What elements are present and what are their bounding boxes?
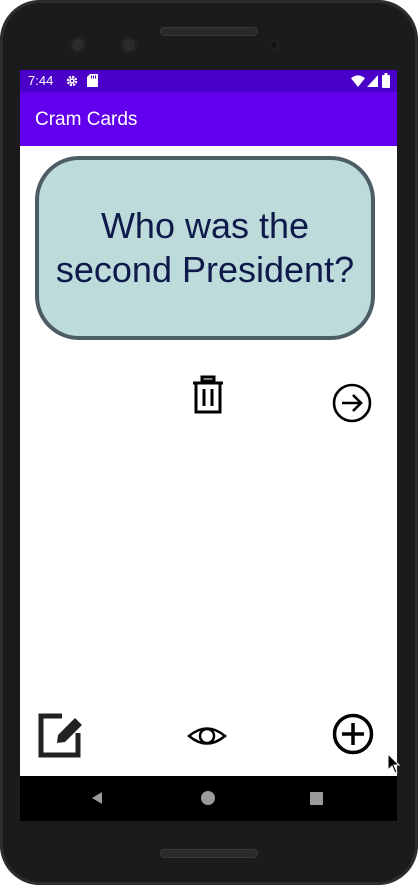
back-icon — [92, 792, 102, 804]
front-camera — [69, 36, 87, 54]
main-content: Who was the second President? — [20, 146, 397, 776]
card-question: Who was the second President? — [55, 205, 355, 290]
next-card-button[interactable] — [331, 382, 373, 424]
earpiece-speaker — [160, 27, 258, 36]
settings-icon — [66, 75, 78, 87]
nav-recents-button[interactable] — [286, 776, 346, 821]
wifi-icon — [351, 75, 365, 87]
battery-icon — [382, 73, 390, 88]
home-icon — [201, 791, 215, 805]
screen: 7:44 Cram Cards Who was the second Presi… — [20, 70, 397, 821]
proximity-sensor — [268, 39, 280, 51]
delete-button[interactable] — [188, 374, 228, 418]
add-circle-icon — [332, 713, 374, 755]
signal-icon — [367, 75, 378, 87]
recents-icon — [310, 792, 323, 805]
eye-icon — [187, 727, 227, 745]
trash-icon — [193, 375, 223, 414]
bottom-speaker — [160, 849, 258, 858]
status-time: 7:44 — [28, 73, 54, 88]
nav-home-button[interactable] — [178, 776, 238, 821]
add-card-button[interactable] — [331, 712, 375, 756]
sd-card-icon — [87, 74, 98, 87]
phone-frame: 7:44 Cram Cards Who was the second Presi… — [0, 0, 418, 885]
system-nav-bar — [20, 776, 397, 821]
app-title: Cram Cards — [35, 109, 138, 130]
nav-back-button[interactable] — [68, 776, 128, 821]
status-bar: 7:44 — [20, 70, 397, 92]
show-answer-button[interactable] — [186, 718, 228, 754]
flash-card[interactable]: Who was the second President? — [35, 156, 375, 340]
arrow-right-circle-icon — [332, 383, 372, 423]
app-bar: Cram Cards — [20, 92, 397, 146]
edit-card-button[interactable] — [38, 712, 84, 758]
edit-icon — [38, 713, 82, 758]
mouse-cursor-icon — [387, 753, 401, 774]
front-sensor — [120, 36, 138, 54]
